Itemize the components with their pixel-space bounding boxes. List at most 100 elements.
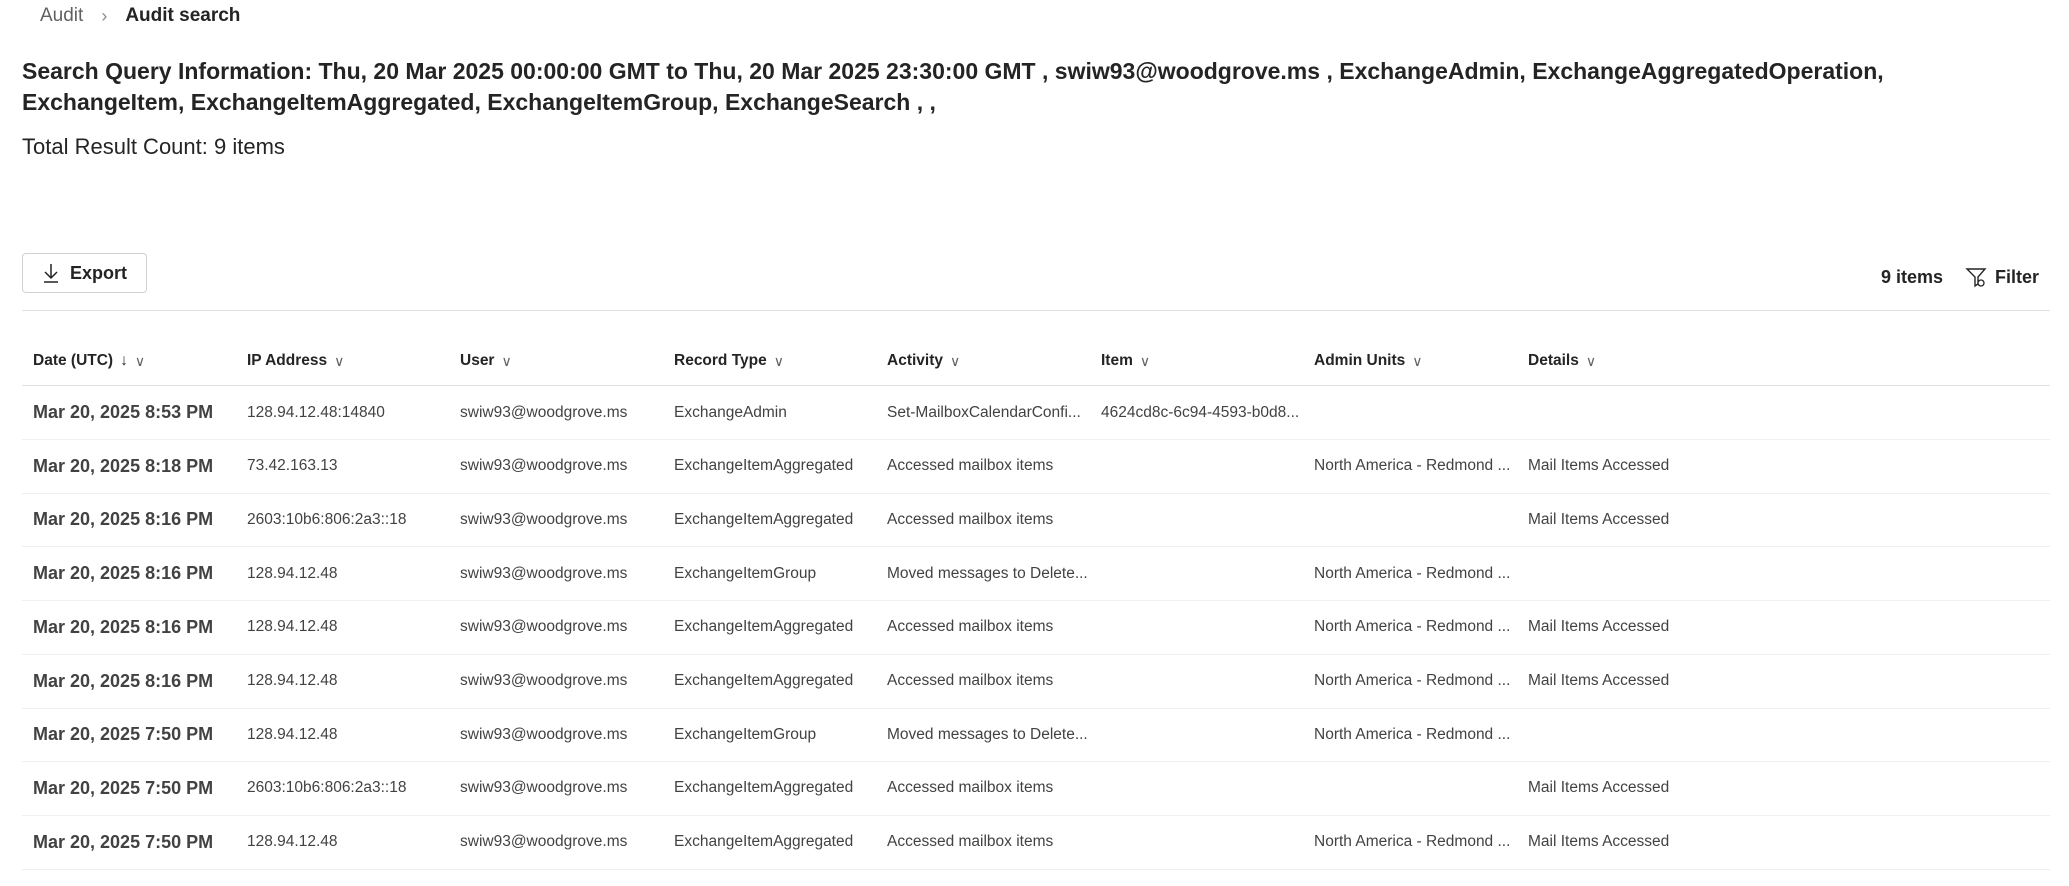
cell-record-type: ExchangeItemGroup <box>674 564 817 582</box>
cell-date-utc: Mar 20, 2025 7:50 PM <box>33 777 214 798</box>
column-label: User <box>460 352 495 369</box>
column-header-user[interactable]: User ∨ <box>460 337 512 385</box>
cell-date-utc: Mar 20, 2025 8:16 PM <box>33 670 214 691</box>
column-label: Activity <box>887 352 943 369</box>
table-row[interactable]: Mar 20, 2025 7:50 PM 2603:10b6:806:2a3::1… <box>22 762 2050 816</box>
chevron-down-icon[interactable]: ∨ <box>1586 353 1596 370</box>
chevron-down-icon[interactable]: ∨ <box>1140 353 1150 370</box>
sort-descending-icon: ↓ <box>120 352 128 369</box>
cell-activity: Accessed mailbox items <box>887 510 1054 528</box>
column-label: Item <box>1101 352 1133 369</box>
cell-admin-units: North America - Redmond ... <box>1314 564 1511 582</box>
chevron-down-icon[interactable]: ∨ <box>501 353 511 370</box>
divider <box>22 310 2050 311</box>
cell-user: swiw93@woodgrove.ms <box>460 510 628 528</box>
search-query-info: Search Query Information: Thu, 20 Mar 20… <box>22 58 1884 115</box>
cell-user: swiw93@woodgrove.ms <box>460 672 628 689</box>
cell-date-utc: Mar 20, 2025 8:16 PM <box>33 616 214 637</box>
table-row[interactable]: Mar 20, 2025 8:16 PM 128.94.12.48 swiw93@w… <box>22 655 2050 709</box>
column-header-item[interactable]: Item ∨ <box>1101 337 1150 385</box>
cell-user: swiw93@woodgrove.ms <box>460 779 628 797</box>
table-row[interactable]: Mar 20, 2025 7:50 PM 128.94.12.48 swiw93@w… <box>22 708 2050 763</box>
table-row[interactable]: Mar 20, 2025 8:16 PM 128.94.12.48 swiw93@w… <box>22 601 2050 655</box>
column-header-ip-address[interactable]: IP Address ∨ <box>247 337 344 385</box>
cell-activity: Accessed mailbox items <box>887 457 1054 475</box>
download-icon <box>43 264 58 283</box>
chevron-down-icon[interactable]: ∨ <box>334 353 344 370</box>
cell-admin-units: North America - Redmond ... <box>1314 725 1511 743</box>
cell-ip-address: 128.94.12.48 <box>247 672 338 689</box>
export-label: Export <box>69 262 127 283</box>
filter-label: Filter <box>1994 266 2039 287</box>
cell-details: Mail Items Accessed <box>1528 618 1670 636</box>
cell-admin-units: North America - Redmond ... <box>1314 672 1511 689</box>
column-header-admin-units[interactable]: Admin Units ∨ <box>1314 337 1423 385</box>
cell-details: Mail Items Accessed <box>1528 779 1670 797</box>
chevron-down-icon[interactable]: ∨ <box>774 353 784 370</box>
cell-details: Mail Items Accessed <box>1528 457 1670 475</box>
cell-activity: Accessed mailbox items <box>887 833 1054 851</box>
column-label: Details <box>1528 352 1579 369</box>
table-row[interactable]: Mar 20, 2025 8:16 PM 128.94.12.48 swiw93@w… <box>22 547 2050 602</box>
breadcrumb: Audit › Audit search <box>40 5 240 27</box>
cell-ip-address: 2603:10b6:806:2a3::18 <box>247 779 407 797</box>
cell-details: Mail Items Accessed <box>1528 672 1670 689</box>
cell-ip-address: 128.94.12.48 <box>247 618 338 636</box>
export-button[interactable]: Export <box>22 253 147 293</box>
cell-details: Mail Items Accessed <box>1528 510 1670 528</box>
cell-date-utc: Mar 20, 2025 8:53 PM <box>33 402 214 422</box>
cell-record-type: ExchangeAdmin <box>674 403 787 421</box>
filter-button[interactable]: Filter <box>1965 266 2039 288</box>
cell-activity: Moved messages to Delete... <box>887 725 1088 743</box>
cell-record-type: ExchangeItemAggregated <box>674 618 854 636</box>
cell-record-type: ExchangeItemAggregated <box>674 672 854 689</box>
column-header-details[interactable]: Details ∨ <box>1528 337 1596 385</box>
cell-activity: Accessed mailbox items <box>887 618 1054 636</box>
cell-record-type: ExchangeItemAggregated <box>674 510 854 528</box>
table-row[interactable]: Mar 20, 2025 8:16 PM 2603:10b6:806:2a3::1… <box>22 493 2050 548</box>
cell-date-utc: Mar 20, 2025 8:18 PM <box>33 455 214 476</box>
cell-date-utc: Mar 20, 2025 8:16 PM <box>33 563 214 584</box>
column-label: Admin Units <box>1314 352 1406 369</box>
column-header-activity[interactable]: Activity ∨ <box>887 337 960 385</box>
table-row[interactable]: Mar 20, 2025 8:18 PM 73.42.163.13 swiw93@w… <box>22 440 2050 494</box>
cell-user: swiw93@woodgrove.ms <box>460 833 628 851</box>
cell-date-utc: Mar 20, 2025 7:50 PM <box>33 724 214 745</box>
chevron-down-icon[interactable]: ∨ <box>135 353 145 370</box>
cell-user: swiw93@woodgrove.ms <box>460 403 628 421</box>
column-header-record-type[interactable]: Record Type ∨ <box>674 337 784 385</box>
chevron-down-icon[interactable]: ∨ <box>1412 353 1422 370</box>
table-row[interactable]: Mar 20, 2025 8:53 PM 128.94.12.48:14840 sw… <box>22 386 2050 440</box>
column-header-date-utc[interactable]: Date (UTC) ↓ ∨ <box>33 337 145 385</box>
cell-ip-address: 128.94.12.48 <box>247 833 338 851</box>
cell-user: swiw93@woodgrove.ms <box>460 618 628 636</box>
cell-ip-address: 2603:10b6:806:2a3::18 <box>247 510 407 528</box>
cell-admin-units: North America - Redmond ... <box>1314 618 1511 636</box>
column-label: Record Type <box>674 352 767 369</box>
cell-ip-address: 128.94.12.48 <box>247 725 338 743</box>
cell-admin-units: North America - Redmond ... <box>1314 833 1511 851</box>
cell-date-utc: Mar 20, 2025 7:50 PM <box>33 831 214 852</box>
cell-record-type: ExchangeItemAggregated <box>674 779 854 797</box>
column-label: Date (UTC) <box>33 352 114 369</box>
breadcrumb-audit-search: Audit search <box>125 5 241 26</box>
cell-details: Mail Items Accessed <box>1528 833 1670 851</box>
column-label: IP Address <box>247 352 328 369</box>
cell-record-type: ExchangeItemGroup <box>674 725 817 743</box>
chevron-down-icon[interactable]: ∨ <box>950 353 960 370</box>
cell-user: swiw93@woodgrove.ms <box>460 725 628 743</box>
chevron-right-icon: › <box>101 5 108 26</box>
cell-activity: Set-MailboxCalendarConfi... <box>887 403 1081 421</box>
cell-ip-address: 128.94.12.48 <box>247 564 338 582</box>
cell-record-type: ExchangeItemAggregated <box>674 833 854 851</box>
table-row[interactable]: Mar 20, 2025 7:50 PM 128.94.12.48 swiw93@w… <box>22 816 2050 870</box>
cell-admin-units: North America - Redmond ... <box>1314 457 1511 475</box>
cell-user: swiw93@woodgrove.ms <box>460 564 628 582</box>
cell-activity: Accessed mailbox items <box>887 672 1054 689</box>
breadcrumb-audit[interactable]: Audit <box>40 5 83 27</box>
filter-icon <box>1965 268 1987 288</box>
cell-ip-address: 73.42.163.13 <box>247 457 338 475</box>
cell-activity: Moved messages to Delete... <box>887 564 1088 582</box>
cell-ip-address: 128.94.12.48:14840 <box>247 403 385 421</box>
total-result-count: Total Result Count: 9 items <box>22 134 285 159</box>
